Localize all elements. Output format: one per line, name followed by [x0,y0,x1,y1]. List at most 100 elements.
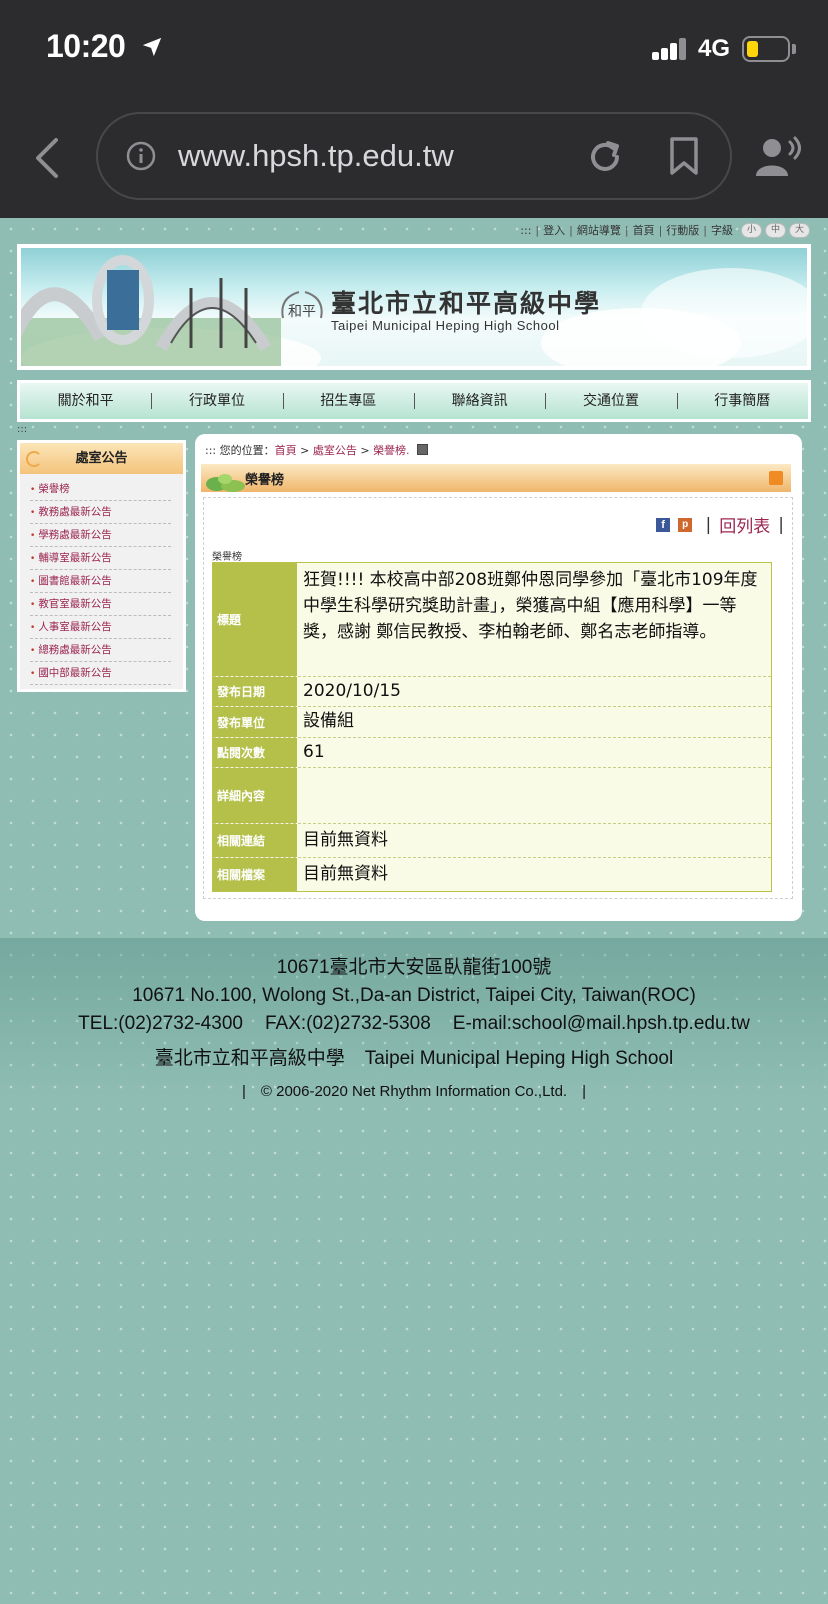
font-large-button[interactable]: 大 [789,222,810,238]
rss-icon[interactable] [769,471,783,485]
announcement-box: f p | 回列表 | 榮譽榜 標題 狂賀!!!! 本校高中部208班鄭仲恩同學… [203,497,793,899]
facebook-share-icon[interactable]: f [656,517,671,532]
footer-contact: TEL:(02)2732-4300 FAX:(02)2732-5308 E-mail… [0,1013,828,1035]
breadcrumb-prefix: ::: 您的位置： [205,444,275,457]
font-size-label: 字級 [711,224,733,237]
status-bar: 10:20 4G [0,0,828,96]
banner-arches-illustration [21,255,281,366]
web-page: ::: | 登入 | 網站導覽 | 首頁 | 行動版 | 字級 小 中 大 和平… [0,218,828,1604]
field-label: 相關連結 [213,824,297,857]
back-to-list-link[interactable]: 回列表 [719,512,770,537]
footer-tel: TEL:(02)2732-4300 [78,1013,243,1034]
sidebar-title: 處室公告 [75,451,128,466]
nav-transportation[interactable]: 交通位置 [545,383,676,419]
print-icon[interactable] [417,444,429,455]
info-icon[interactable] [126,141,156,171]
breadcrumb-home[interactable]: 首頁 [275,444,297,457]
section-title: 榮譽榜 [245,473,285,488]
sidebar-list: 榮譽榜 教務處最新公告 學務處最新公告 輔導室最新公告 圖書館最新公告 教官室最… [20,474,183,685]
table-row: 詳細內容 [213,768,771,824]
breadcrumb-separator: > [300,444,310,457]
nav-about[interactable]: 關於和平 [20,383,151,419]
share-toolbar: f p | 回列表 | [656,512,784,537]
footer-address-zh: 10671臺北市大安區臥龍街100號 [276,957,552,978]
table-row: 相關檔案 目前無資料 [213,858,771,891]
school-name-en: Taipei Municipal Heping High School [331,318,560,333]
status-time: 10:20 [46,28,126,64]
field-value-views: 61 [303,742,325,762]
section-header: 榮譽榜 [201,464,791,492]
table-row: 發布單位 設備組 [213,707,771,738]
field-label: 發布單位 [213,707,297,737]
address-bar[interactable]: www.hpsh.tp.edu.tw [96,112,732,200]
footer-address-en: 10671 No.100, Wolong St.,Da-an District,… [132,985,696,1006]
field-label: 詳細內容 [213,768,297,823]
footer-school-zh: 臺北市立和平高級中學 [154,1048,345,1069]
voice-assistant-icon[interactable] [756,136,806,176]
swirl-icon [26,451,42,467]
nav-calendar[interactable]: 行事簡曆 [676,383,808,419]
mobile-version-link[interactable]: 行動版 [666,222,699,238]
nav-administration[interactable]: 行政單位 [151,383,282,419]
announcement-detail-table: 標題 狂賀!!!! 本校高中部208班鄭仲恩同學參加「臺北市109年度中學生科學… [212,562,772,892]
school-banner[interactable]: 和平 臺北市立和平高級中學 Taipei Municipal Heping Hi… [17,244,811,370]
accesskey-marker: ::: [17,424,28,435]
sidebar-item-military-training[interactable]: 教官室最新公告 [30,593,171,616]
field-value-date: 2020/10/15 [303,681,401,701]
field-value-unit: 設備組 [303,711,354,731]
table-caption: 榮譽榜 [212,552,242,563]
footer-school-en: Taipei Municipal Heping High School [364,1048,674,1069]
sidebar-item-counseling[interactable]: 輔導室最新公告 [30,547,171,570]
top-utility-links: ::: | 登入 | 網站導覽 | 首頁 | 行動版 | 字級 小 中 大 [520,222,810,238]
footer-fax: FAX:(02)2732-5308 [264,1013,431,1034]
top-links-marker: ::: [520,223,532,237]
table-row: 標題 狂賀!!!! 本校高中部208班鄭仲恩同學參加「臺北市109年度中學生科學… [213,563,771,677]
url-text[interactable]: www.hpsh.tp.edu.tw [178,138,454,174]
field-value-links: 目前無資料 [303,830,388,850]
field-value-files: 目前無資料 [303,864,388,884]
table-row: 發布日期 2020/10/15 [213,677,771,707]
field-label: 發布日期 [213,677,297,706]
sidebar-item-junior-high[interactable]: 國中部最新公告 [30,662,171,685]
nav-contact[interactable]: 聯絡資訊 [413,383,545,419]
field-label: 相關檔案 [213,858,297,891]
font-size-buttons: 小 中 大 [741,222,810,238]
site-footer: 10671臺北市大安區臥龍街100號 10671 No.100, Wolong … [0,938,828,1138]
bookmark-icon[interactable] [668,136,700,176]
sidebar-header: 處室公告 [20,443,183,474]
reload-icon[interactable] [586,138,624,176]
breadcrumb-section[interactable]: 處室公告 [313,444,357,457]
leaf-icon [206,474,245,492]
login-link[interactable]: 登入 [543,222,565,238]
footer-school-name: 臺北市立和平高級中學 Taipei Municipal Heping High S… [0,1043,828,1070]
font-small-button[interactable]: 小 [741,222,762,238]
school-logo-icon: 和平 [281,291,323,320]
table-row: 點閱次數 61 [213,738,771,768]
home-link[interactable]: 首頁 [633,222,655,238]
sidebar: 處室公告 榮譽榜 教務處最新公告 學務處最新公告 輔導室最新公告 圖書館最新公告… [17,440,186,692]
browser-toolbar: www.hpsh.tp.edu.tw [0,96,828,218]
cellular-signal-icon [652,38,688,60]
font-medium-button[interactable]: 中 [765,222,786,238]
field-value-details [297,768,771,823]
sidebar-item-personnel[interactable]: 人事室最新公告 [30,616,171,639]
nav-admissions[interactable]: 招生專區 [282,383,414,419]
sidebar-item-student-affairs[interactable]: 學務處最新公告 [30,524,171,547]
sidebar-item-library[interactable]: 圖書館最新公告 [30,570,171,593]
sidebar-item-academic[interactable]: 教務處最新公告 [30,501,171,524]
breadcrumb-current[interactable]: 榮譽榜. [373,444,410,457]
battery-nub [792,44,796,54]
plurk-share-icon[interactable]: p [678,517,693,532]
field-label: 標題 [213,563,297,676]
table-row: 相關連結 目前無資料 [213,824,771,858]
footer-email[interactable]: E-mail:school@mail.hpsh.tp.edu.tw [453,1013,750,1034]
school-logo-text: 和平 [288,304,316,320]
main-navigation: 關於和平 行政單位 招生專區 聯絡資訊 交通位置 行事簡曆 [17,380,811,422]
field-value-title: 狂賀!!!! 本校高中部208班鄭仲恩同學參加「臺北市109年度中學生科學研究獎… [303,570,758,642]
back-chevron-icon[interactable] [30,136,66,180]
sidebar-item-general-affairs[interactable]: 總務處最新公告 [30,639,171,662]
breadcrumb: ::: 您的位置：首頁 > 處室公告 > 榮譽榜. [205,442,429,458]
sidebar-item-honor-roll[interactable]: 榮譽榜 [30,478,171,501]
school-name-zh: 臺北市立和平高級中學 [331,289,602,318]
sitemap-link[interactable]: 網站導覽 [577,222,621,238]
